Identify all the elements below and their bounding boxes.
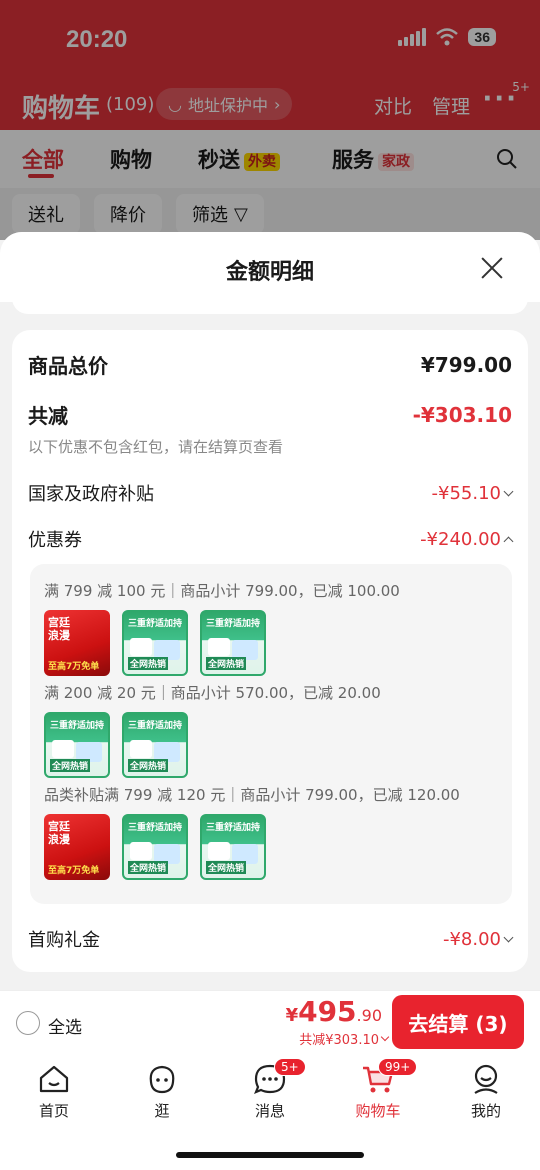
thumb-line1: 三重舒适加持 xyxy=(128,619,183,629)
product-thumb[interactable]: 三重舒适加持 全网热销 xyxy=(200,814,266,880)
chevron-down-icon xyxy=(503,486,514,496)
product-thumb[interactable]: 三重舒适加持 全网热销 xyxy=(122,610,188,676)
thumb-line1: 三重舒适加持 xyxy=(206,823,261,833)
total-price: ¥495.90 xyxy=(286,995,382,1028)
first-buy-row[interactable]: 首购礼金 -¥8.00 xyxy=(28,926,514,952)
coupon-line-3: 品类补贴满 799 减 120 元｜商品小计 799.00，已减 120.00 xyxy=(44,786,460,804)
browse-icon xyxy=(149,1065,175,1094)
thumb-promo: 全网热销 xyxy=(128,861,169,874)
nav-home[interactable]: 首页 xyxy=(14,1062,94,1121)
cart-badge: 99+ xyxy=(378,1058,418,1076)
coupon-label: 优惠券 xyxy=(28,530,82,551)
amount-detail-sheet: 金额明细 商品总价 ¥799.00 共减 -¥303.10 以下优惠不包含红包，… xyxy=(0,232,540,990)
thumb-promo: 至高7万免单 xyxy=(48,662,100,672)
coupon-value: -¥240.00 xyxy=(420,528,501,550)
checkout-button[interactable]: 去结算 (3) xyxy=(392,995,524,1049)
first-buy-amount: -¥8.00 xyxy=(442,928,514,950)
first-buy-value: -¥8.00 xyxy=(442,928,501,950)
product-thumb[interactable]: 宫廷 浪漫至高7万免单 xyxy=(44,610,110,676)
chevron-down-icon xyxy=(503,932,514,942)
product-thumb[interactable]: 三重舒适加持 全网热销 xyxy=(122,814,188,880)
messages-badge: 5+ xyxy=(274,1058,306,1076)
modal-overlay[interactable] xyxy=(0,0,540,240)
nav-me-label: 我的 xyxy=(470,1102,501,1120)
coupon-row[interactable]: 优惠券 -¥240.00 xyxy=(28,526,514,552)
select-all-radio[interactable] xyxy=(16,1011,40,1035)
coupon-2-products: 三重舒适加持 全网热销 三重舒适加持 全网热销 xyxy=(44,712,188,778)
saved-amount[interactable]: 共减¥303.10 xyxy=(299,1029,390,1048)
goods-total-value: ¥799.00 xyxy=(420,352,512,377)
thumb-line1: 三重舒适加持 xyxy=(50,721,105,731)
sheet-title: 金额明细 xyxy=(225,260,314,285)
first-buy-label: 首购礼金 xyxy=(28,930,100,951)
select-all-label[interactable]: 全选 xyxy=(48,1013,82,1038)
amount-detail-card: 商品总价 ¥799.00 共减 -¥303.10 以下优惠不包含红包，请在结算页… xyxy=(12,330,528,972)
total-yen: ¥ xyxy=(285,1005,299,1026)
saved-label: 共减¥303.10 xyxy=(299,1033,379,1048)
goods-total-label: 商品总价 xyxy=(28,354,108,378)
discount-note: 以下优惠不包含红包，请在结算页查看 xyxy=(28,438,284,456)
collapsed-card xyxy=(12,288,528,314)
nav-messages[interactable]: 消息 5+ xyxy=(230,1058,310,1121)
total-reduce-value: -¥303.10 xyxy=(412,402,512,427)
total-int: 495 xyxy=(298,995,357,1028)
total-dec: .90 xyxy=(356,1006,382,1025)
thumb-line2: 浪漫 xyxy=(48,833,70,846)
total-reduce-row: 共减 -¥303.10 xyxy=(28,400,512,429)
home-indicator xyxy=(176,1152,364,1158)
coupon-detail-box: 满 799 减 100 元｜商品小计 799.00，已减 100.00 宫廷 浪漫… xyxy=(30,564,512,904)
chevron-down-icon xyxy=(380,1032,390,1042)
nav-cart[interactable]: 购物车 99+ xyxy=(338,1058,418,1121)
thumb-promo: 全网热销 xyxy=(128,657,169,670)
coupon-1-products: 宫廷 浪漫 至高7万免单 三重舒适加持 全网热销 三重舒适加持 全网热销 xyxy=(44,610,266,676)
subsidy-label: 国家及政府补贴 xyxy=(28,484,154,505)
coupon-amount: -¥240.00 xyxy=(420,528,514,550)
coupon-3-products: 宫廷 浪漫 至高7万免单 三重舒适加持 全网热销 三重舒适加持 全网热销 xyxy=(44,814,266,880)
total-reduce-label: 共减 xyxy=(28,404,68,428)
subsidy-amount: -¥55.10 xyxy=(431,482,514,504)
thumb-promo: 全网热销 xyxy=(206,861,247,874)
thumb-line1: 三重舒适加持 xyxy=(206,619,261,629)
subsidy-value: -¥55.10 xyxy=(431,482,501,504)
thumb-line1: 宫廷 xyxy=(48,616,70,629)
nav-browse-label: 逛 xyxy=(154,1102,170,1120)
goods-total-row: 商品总价 ¥799.00 xyxy=(28,350,512,379)
close-icon[interactable] xyxy=(480,256,504,280)
thumb-promo: 全网热销 xyxy=(128,759,169,772)
product-thumb[interactable]: 三重舒适加持 全网热销 xyxy=(44,712,110,778)
product-thumb[interactable]: 三重舒适加持 全网热销 xyxy=(122,712,188,778)
chevron-up-icon xyxy=(503,536,514,546)
product-thumb[interactable]: 宫廷 浪漫至高7万免单 xyxy=(44,814,110,880)
thumb-promo: 全网热销 xyxy=(50,759,91,772)
nav-cart-label: 购物车 xyxy=(355,1102,401,1120)
profile-icon xyxy=(474,1064,498,1094)
nav-messages-label: 消息 xyxy=(254,1102,285,1120)
thumb-promo: 至高7万免单 xyxy=(48,866,100,876)
thumb-line1: 宫廷 xyxy=(48,820,70,833)
home-icon xyxy=(39,1065,69,1093)
checkout-bar: 全选 ¥495.90 共减¥303.10 去结算 (3) xyxy=(0,990,540,1054)
nav-home-label: 首页 xyxy=(38,1102,69,1120)
thumb-line1: 三重舒适加持 xyxy=(128,823,183,833)
product-thumb[interactable]: 三重舒适加持 全网热销 xyxy=(200,610,266,676)
thumb-line1: 三重舒适加持 xyxy=(128,721,183,731)
nav-browse[interactable]: 逛 xyxy=(122,1062,202,1121)
subsidy-row[interactable]: 国家及政府补贴 -¥55.10 xyxy=(28,480,514,506)
coupon-line-2: 满 200 减 20 元｜商品小计 570.00，已减 20.00 xyxy=(44,684,381,702)
nav-me[interactable]: 我的 xyxy=(446,1062,526,1121)
thumb-line2: 浪漫 xyxy=(48,629,70,642)
coupon-line-1: 满 799 减 100 元｜商品小计 799.00，已减 100.00 xyxy=(44,582,400,600)
thumb-promo: 全网热销 xyxy=(206,657,247,670)
